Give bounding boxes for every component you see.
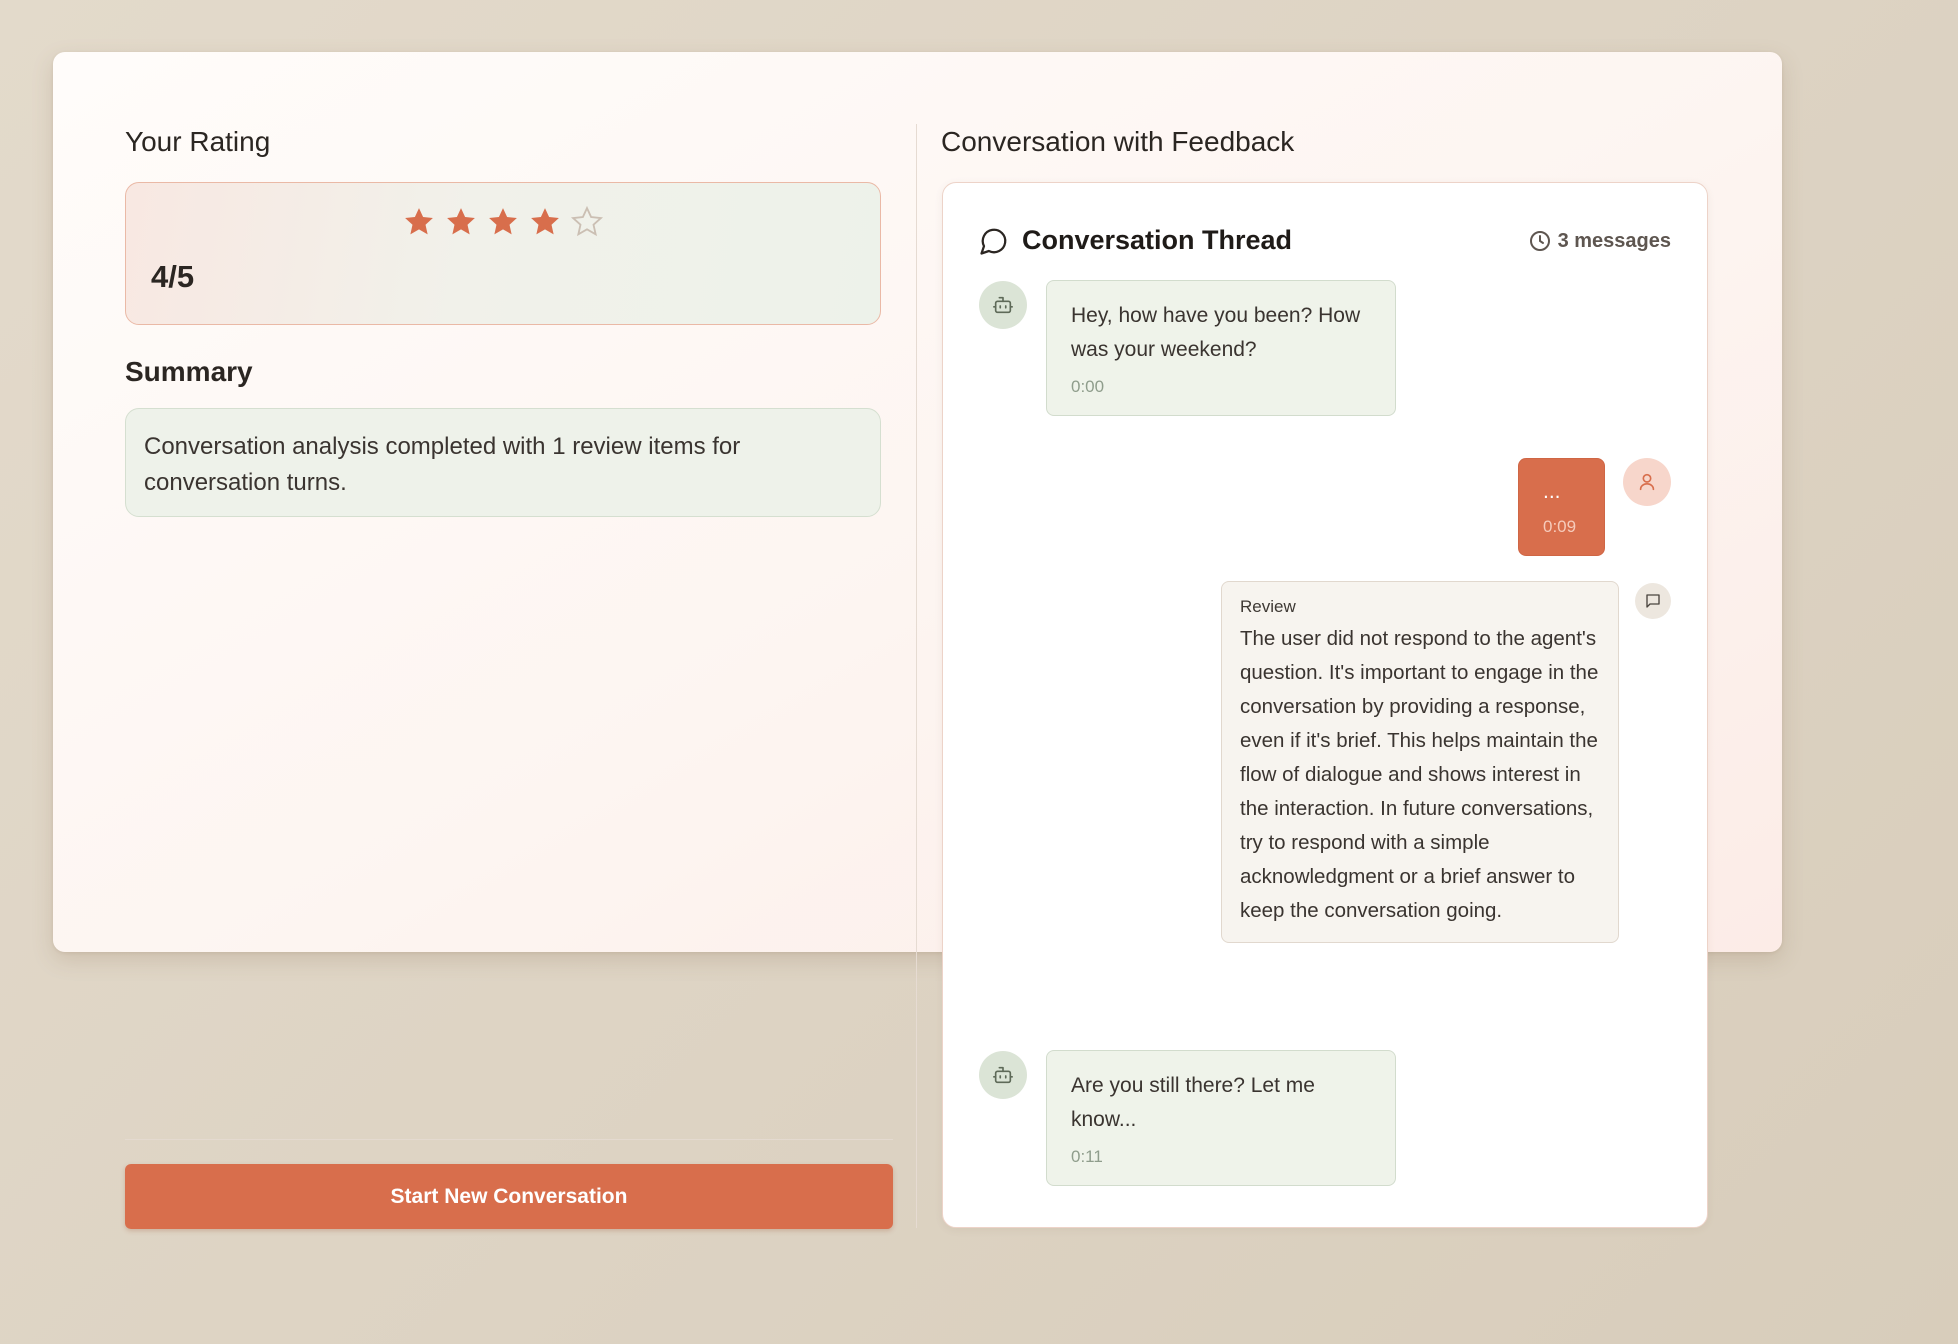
- message-bubble-bot: Hey, how have you been? How was your wee…: [1046, 280, 1396, 416]
- panel-divider: [916, 124, 917, 1228]
- rating-title: Your Rating: [125, 126, 271, 157]
- star-icon: [447, 208, 475, 235]
- conversation-thread: Conversation Thread 3 messages Hey, how …: [942, 182, 1708, 1228]
- rating-value: 4/5: [151, 259, 195, 294]
- message-text: Are you still there? Let me know...: [1071, 1074, 1315, 1131]
- star-icon: [405, 208, 433, 235]
- message-text: Hey, how have you been? How was your wee…: [1071, 304, 1361, 361]
- chat-bubble-icon: [980, 228, 1007, 255]
- message-count: 3 messages: [1528, 229, 1671, 253]
- message-bubble-bot: Are you still there? Let me know... 0:11: [1046, 1050, 1396, 1186]
- review-text: The user did not respond to the agent's …: [1240, 627, 1599, 922]
- summary-title: Summary: [125, 356, 253, 387]
- review-label: Review: [1240, 597, 1296, 616]
- user-icon: [1639, 473, 1655, 491]
- star-icon: [531, 208, 559, 235]
- divider: [125, 1139, 893, 1140]
- message-time: 0:00: [1071, 377, 1105, 396]
- bot-avatar: [979, 281, 1027, 329]
- message-time: 0:11: [1071, 1147, 1103, 1166]
- star-icon: [489, 208, 517, 235]
- message-time: 0:09: [1543, 517, 1577, 536]
- bot-icon: [993, 1066, 1013, 1084]
- thread-title: Conversation Thread: [1022, 225, 1293, 255]
- review-bubble: Review The user did not respond to the a…: [1221, 581, 1619, 943]
- summary-box: Conversation analysis completed with 1 r…: [125, 408, 881, 517]
- star-outline-icon: [570, 205, 604, 237]
- start-new-conversation-button[interactable]: Start New Conversation: [125, 1164, 893, 1229]
- message-text: ...: [1543, 480, 1561, 503]
- bot-icon: [993, 296, 1013, 314]
- user-avatar: [1623, 458, 1671, 506]
- clock-icon: [1529, 231, 1550, 251]
- comment-icon: [1646, 594, 1660, 608]
- message-bubble-user: ... 0:09: [1518, 458, 1605, 556]
- rating-box: 4/5: [125, 182, 881, 325]
- bot-avatar: [979, 1051, 1027, 1099]
- conversation-title: Conversation with Feedback: [941, 126, 1295, 157]
- star-rating: [402, 205, 604, 239]
- message-count-label: 3 messages: [1557, 229, 1671, 252]
- review-avatar: [1635, 583, 1671, 619]
